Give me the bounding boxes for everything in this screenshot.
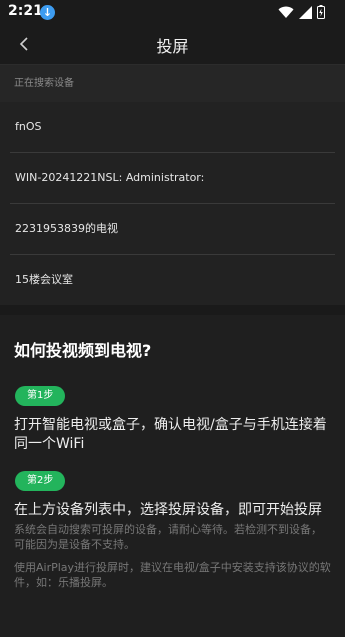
device-item[interactable]: 2231953839的电视 xyxy=(10,204,335,255)
app-bar: 投屏 xyxy=(0,24,345,64)
status-bar: 2:21 ↓ xyxy=(0,0,345,24)
step1-text: 打开智能电视或盒子，确认电视/盒子与手机连接着同一个WiFi xyxy=(14,417,327,452)
help-note-detection: 系统会自动搜索可投屏的设备，请耐心等待。若检测不到设备，可能因为是设备不支持。 xyxy=(14,523,322,551)
device-item[interactable]: fnOS xyxy=(10,102,335,153)
page-title: 投屏 xyxy=(156,37,189,56)
download-arrow-icon: ↓ xyxy=(40,5,55,20)
help-title: 如何投视频到电视? xyxy=(14,341,152,360)
help-note-airplay: 使用AirPlay进行投屏时，建议在电视/盒子中安装支持该协议的软件，如：乐播投… xyxy=(14,561,331,589)
device-panel: 正在搜索设备 fnOS WIN-20241221NSL: Administrat… xyxy=(0,64,345,305)
status-time: 2:21 xyxy=(8,3,43,19)
step2-badge: 第2步 xyxy=(15,471,66,491)
signal-icon xyxy=(299,5,312,19)
device-item[interactable]: WIN-20241221NSL: Administrator: xyxy=(10,153,335,204)
battery-icon xyxy=(317,5,325,19)
wifi-icon xyxy=(278,6,294,18)
help-section: 如何投视频到电视? 第1步 打开智能电视或盒子，确认电视/盒子与手机连接着同一个… xyxy=(0,315,345,637)
section-divider xyxy=(0,305,345,315)
step1-badge: 第1步 xyxy=(15,386,66,406)
step2-text: 在上方设备列表中，选择投屏设备，即可开始投屏 xyxy=(14,502,322,518)
device-list: fnOS WIN-20241221NSL: Administrator: 223… xyxy=(0,102,345,305)
system-icons xyxy=(278,5,325,19)
searching-label: 正在搜索设备 xyxy=(0,64,345,102)
device-item[interactable]: 15楼会议室 xyxy=(10,255,335,305)
